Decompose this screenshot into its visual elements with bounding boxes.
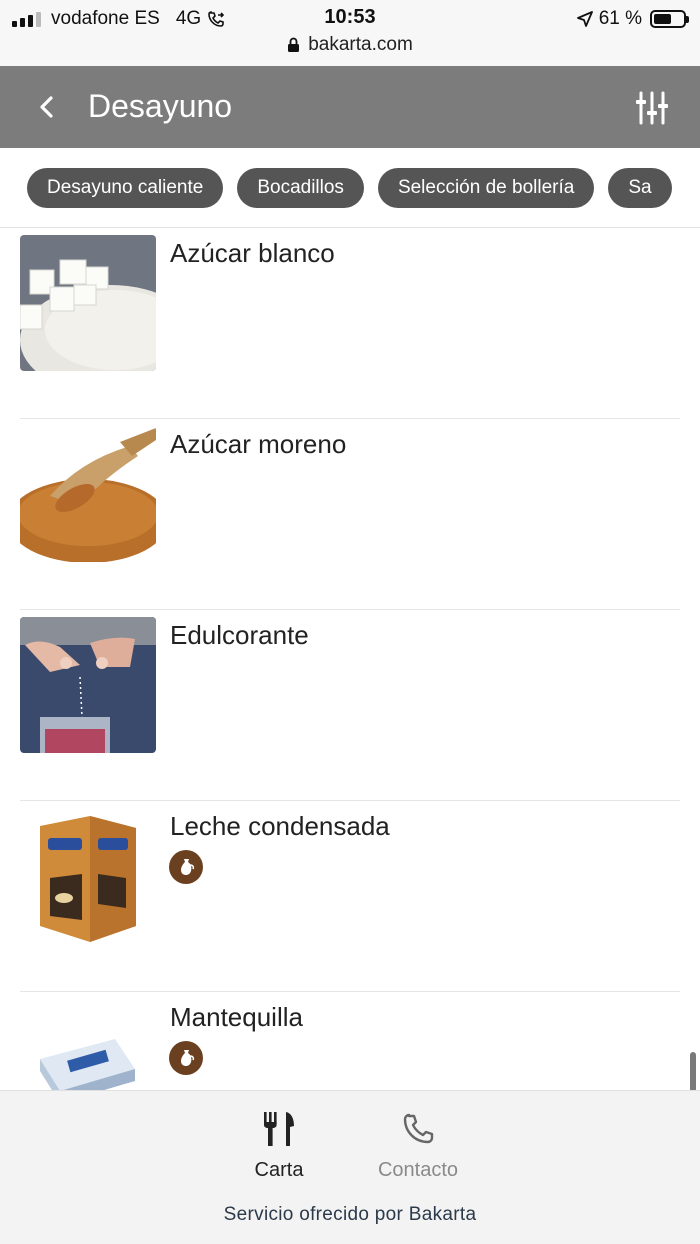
product-image-butter: [20, 999, 156, 1090]
back-chevron-icon: [40, 96, 53, 118]
product-image-sweetener: [20, 617, 156, 753]
bottom-navigation: Carta Contacto Servicio ofrecido por Bak…: [0, 1090, 700, 1244]
nav-carta-label: Carta: [254, 1159, 304, 1181]
product-item[interactable]: Edulcorante: [20, 610, 680, 801]
product-item[interactable]: Azúcar blanco: [20, 228, 680, 419]
location-arrow-icon: [576, 11, 593, 27]
product-image-condensed-milk: [20, 808, 156, 944]
product-name: Azúcar blanco: [170, 238, 335, 268]
allergen-badge: [169, 850, 203, 884]
filter-sliders-icon: [636, 91, 668, 125]
product-name: Mantequilla: [170, 1002, 303, 1032]
phone-icon: [403, 1113, 434, 1144]
back-button[interactable]: [30, 90, 64, 124]
status-right: 61 %: [576, 8, 689, 30]
product-item[interactable]: Mantequilla: [20, 992, 680, 1090]
nav-carta[interactable]: Carta: [219, 1109, 339, 1182]
lock-icon: [288, 37, 300, 52]
product-image-white-sugar: [20, 235, 156, 371]
chip-desayuno-caliente[interactable]: Desayuno caliente: [27, 168, 224, 208]
product-list[interactable]: Azúcar blanco Azúcar moreno Edulcorante …: [0, 228, 700, 1090]
milk-jug-icon: [181, 859, 195, 875]
milk-jug-icon: [181, 1050, 195, 1066]
page-title: Desayuno: [88, 88, 233, 124]
url-text: bakarta.com: [308, 34, 413, 55]
product-item[interactable]: Leche condensada: [20, 801, 680, 992]
nav-contacto-label: Contacto: [377, 1159, 459, 1181]
chip-bocadillos[interactable]: Bocadillos: [237, 168, 364, 208]
product-name: Leche condensada: [170, 811, 390, 841]
filter-button[interactable]: [632, 88, 672, 128]
category-chip-row: Desayuno caliente Bocadillos Selección d…: [27, 168, 672, 208]
battery-icon: [650, 10, 689, 28]
chip-truncated[interactable]: Sa: [608, 168, 672, 208]
fork-knife-icon: [264, 1112, 294, 1146]
address-bar[interactable]: bakarta.com: [0, 34, 700, 56]
status-bar: vodafone ES 4G 10:53 61 % bakarta.com: [0, 0, 700, 66]
product-name: Azúcar moreno: [170, 429, 347, 459]
battery-percentage: 61 %: [598, 8, 642, 29]
category-chip-bar[interactable]: Desayuno caliente Bocadillos Selección d…: [0, 148, 700, 228]
product-image-brown-sugar: [20, 426, 156, 562]
product-item[interactable]: Azúcar moreno: [20, 419, 680, 610]
footer-credit: Servicio ofrecido por Bakarta: [223, 1204, 477, 1225]
app-header: Desayuno: [0, 66, 700, 148]
nav-contacto[interactable]: Contacto: [358, 1109, 478, 1182]
product-name: Edulcorante: [170, 620, 309, 650]
allergen-badge: [169, 1041, 203, 1075]
chip-seleccion-de-bolleria[interactable]: Selección de bollería: [377, 168, 595, 208]
